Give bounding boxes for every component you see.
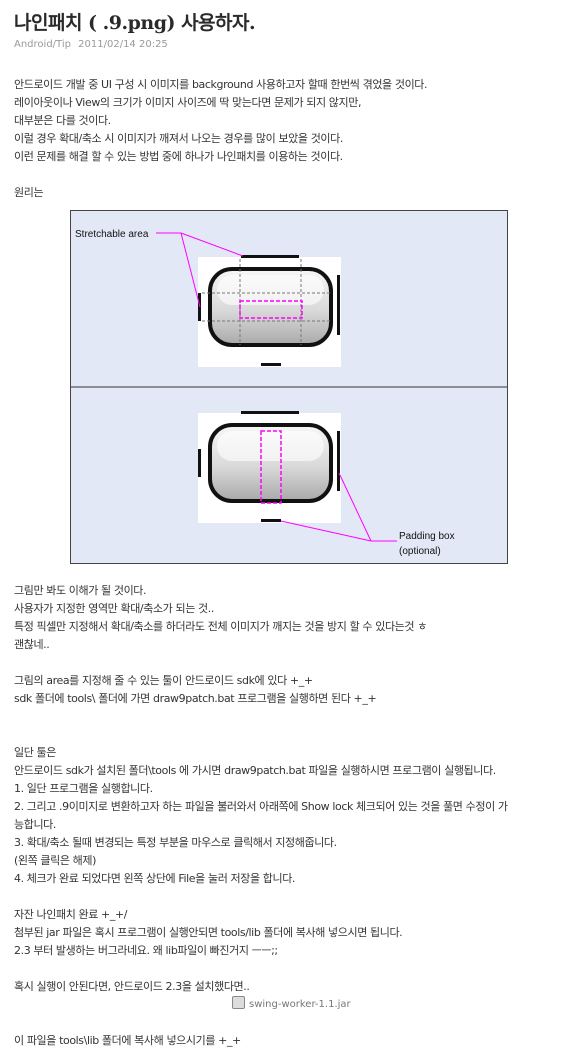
- text-line: 대부분은 다를 것이다.: [14, 114, 111, 127]
- principle-label: 원리는: [14, 186, 44, 199]
- text-line: 그림만 봐도 이해가 될 것이다.: [14, 584, 147, 597]
- attachment-filename[interactable]: swing-worker-1.1.jar: [249, 999, 351, 1010]
- step-3-note: (왼쪽 클릭은 해제): [14, 854, 97, 867]
- file-icon: [232, 996, 245, 1009]
- complete-paragraphs: 자잔 나인패치 완료 +_+/ 첨부된 jar 파일은 혹시 프로그램이 실행안…: [14, 906, 552, 960]
- blog-post: 나인패치 ( .9.png) 사용하자. Android/Tip 2011/02…: [0, 0, 566, 1050]
- intro-paragraphs: 안드로이드 개발 중 UI 구성 시 이미지를 background 사용하고자…: [14, 76, 552, 166]
- attachment-link[interactable]: swing-worker-1.1.jar: [232, 996, 552, 1014]
- text-line: 첨부된 jar 파일은 혹시 프로그램이 실행안되면 tools/lib 폴더에…: [14, 926, 403, 939]
- step-2: 2. 그리고 .9이미지로 변환하고자 하는 파일을 불러와서 아래쪽에 Sho…: [14, 800, 508, 813]
- right-padding-marker: [337, 275, 340, 335]
- top-stretch-marker: [241, 255, 299, 258]
- bottom-padding-marker: [261, 363, 281, 366]
- tool-paragraphs: 그림의 area를 지정해 줄 수 있는 툴이 안드로이드 sdk에 있다 +_…: [14, 672, 552, 708]
- padding-box-optional-label: (optional): [399, 546, 441, 557]
- text-line: 안드로이드 개발 중 UI 구성 시 이미지를 background 사용하고자…: [14, 78, 428, 91]
- text-line: 사용자가 지정한 영역만 확대/축소가 되는 것..: [14, 602, 214, 615]
- post-category-link[interactable]: Android/Tip: [14, 39, 71, 50]
- step-3: 3. 확대/축소 될때 변경되는 특정 부분을 마우스로 클릭해서 지정해줍니다…: [14, 836, 337, 849]
- step-4: 4. 체크가 완료 되었다면 왼쪽 상단에 File을 눌러 저장을 합니다.: [14, 872, 296, 885]
- post-title: 나인패치 ( .9.png) 사용하자.: [14, 12, 256, 34]
- text-line: sdk 폴더에 tools\ 폴더에 가면 draw9patch.bat 프로그…: [14, 692, 377, 705]
- text-line: 2.3 부터 발생하는 버그라네요. 왜 lib파일이 빠진거지 ㅡㅡ;;: [14, 944, 278, 957]
- text-line: 안드로이드 sdk가 설치된 폴더\tools 에 가시면 draw9patch…: [14, 764, 496, 777]
- text-line: 레이아웃이나 View의 크기가 이미지 사이즈에 딱 맞는다면 문제가 되지 …: [14, 96, 362, 109]
- text-line: 자잔 나인패치 완료 +_+/: [14, 908, 128, 921]
- text-line: 혹시 실행이 안된다면, 안드로이드 2.3을 설치했다면..: [14, 980, 250, 993]
- explanation-paragraphs: 그림만 봐도 이해가 될 것이다. 사용자가 지정한 영역만 확대/축소가 되는…: [14, 582, 552, 654]
- bottom-right-padding-marker: [337, 431, 340, 491]
- step-2-cont: 능합니다.: [14, 818, 56, 831]
- nine-patch-diagram: Stretchable area Padding box (optional): [70, 210, 508, 564]
- step-1: 1. 일단 프로그램을 실행합니다.: [14, 782, 153, 795]
- text-line: 일단 툴은: [14, 746, 56, 759]
- nine-patch-diagram-svg: Stretchable area Padding box (optional): [71, 229, 507, 557]
- post-meta: Android/Tip 2011/02/14 20:25: [14, 38, 552, 52]
- text-line: 그림의 area를 지정해 줄 수 있는 툴이 안드로이드 sdk에 있다 +_…: [14, 674, 313, 687]
- text-line: 특정 픽셀만 지정해서 확대/축소를 하더라도 전체 이미지가 깨지는 것을 방…: [14, 620, 427, 633]
- text-line: 괜찮네..: [14, 638, 50, 651]
- post-date: 2011/02/14 20:25: [78, 39, 168, 50]
- steps-paragraphs: 일단 툴은 안드로이드 sdk가 설치된 폴더\tools 에 가시면 draw…: [14, 744, 552, 888]
- stretchable-area-label: Stretchable area: [75, 229, 149, 240]
- padding-box-label: Padding box: [399, 531, 455, 542]
- text-line: 이런 문제를 해결 할 수 있는 방법 중에 하나가 나인패치를 이용하는 것이…: [14, 150, 343, 163]
- text-line: 이럴 경우 확대/축소 시 이미지가 깨져서 나오는 경우를 많이 보았을 것이…: [14, 132, 343, 145]
